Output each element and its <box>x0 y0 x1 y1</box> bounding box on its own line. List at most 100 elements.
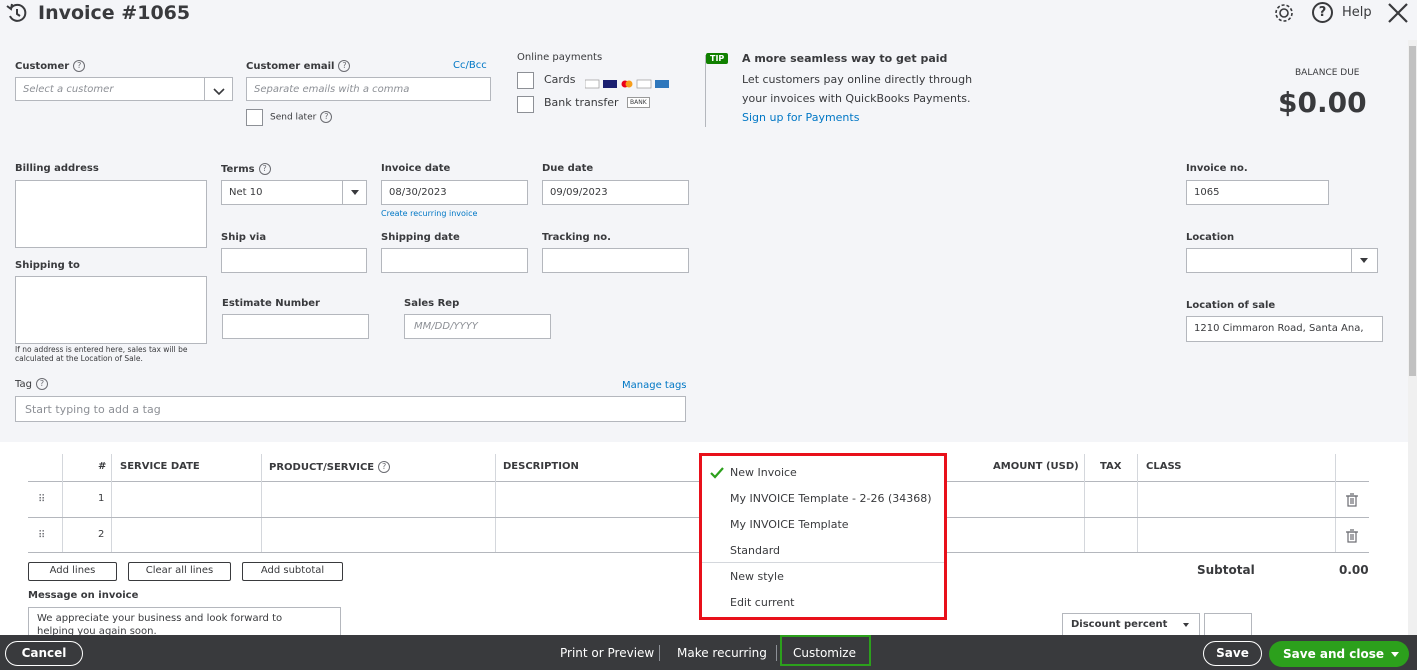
tip-line-1: Let customers pay online directly throug… <box>742 73 973 86</box>
send-later-checkbox[interactable] <box>246 109 263 126</box>
cc-bcc-link[interactable]: Cc/Bcc <box>453 60 487 71</box>
bank-transfer-checkbox[interactable] <box>517 96 534 113</box>
subtotal-value: 0.00 <box>1339 563 1369 577</box>
terms-divider <box>342 181 343 204</box>
send-later-label: Send later? <box>270 111 333 123</box>
print-preview-button[interactable]: Print or Preview <box>560 646 654 660</box>
location-chevron-icon[interactable] <box>1360 258 1368 263</box>
menu-divider <box>702 562 944 563</box>
customer-placeholder: Select a customer <box>23 84 114 95</box>
gear-icon[interactable] <box>1273 2 1295 28</box>
address-note-line-1: If no address is entered here, sales tax… <box>15 345 188 354</box>
save-and-close-button[interactable]: Save and close <box>1269 641 1409 667</box>
customer-dropdown-divider <box>204 78 205 100</box>
send-later-help-icon[interactable]: ? <box>320 111 333 123</box>
location-select[interactable] <box>1186 248 1378 273</box>
menu-item-new-style[interactable]: New style <box>730 570 784 583</box>
footer-divider <box>776 645 777 661</box>
manage-tags-link[interactable]: Manage tags <box>622 380 687 391</box>
product-help-icon[interactable]: ? <box>378 461 391 473</box>
clear-all-lines-button[interactable]: Clear all lines <box>128 562 231 581</box>
tip-title: A more seamless way to get paid <box>742 52 948 65</box>
customer-help-icon[interactable]: ? <box>73 60 86 72</box>
invoice-date-field[interactable]: 08/30/2023 <box>381 180 528 205</box>
tracking-no-label: Tracking no. <box>542 232 611 243</box>
customer-email-field[interactable]: Separate emails with a comma <box>246 77 491 101</box>
menu-item-my-template[interactable]: My INVOICE Template <box>730 518 849 531</box>
location-label: Location <box>1186 232 1235 243</box>
scrollbar[interactable] <box>1408 40 1417 635</box>
page-title: Invoice #1065 <box>38 2 191 24</box>
add-lines-button[interactable]: Add lines <box>28 562 117 581</box>
cancel-button[interactable]: Cancel <box>5 641 83 666</box>
trash-icon[interactable] <box>1346 492 1358 511</box>
menu-item-template-2-26[interactable]: My INVOICE Template - 2-26 (34368) <box>730 492 932 505</box>
help-label[interactable]: Help <box>1342 5 1372 20</box>
history-icon[interactable] <box>5 2 29 28</box>
check-icon <box>710 464 724 483</box>
tip-line-2: your invoices with QuickBooks Payments. <box>742 92 971 105</box>
create-recurring-link[interactable]: Create recurring invoice <box>381 209 477 218</box>
make-recurring-button[interactable]: Make recurring <box>677 646 767 660</box>
invoice-date-label: Invoice date <box>381 163 451 174</box>
sign-up-payments-link[interactable]: Sign up for Payments <box>742 111 859 124</box>
invoice-no-field[interactable]: 1065 <box>1186 180 1329 205</box>
tag-help-icon[interactable]: ? <box>35 378 48 390</box>
email-help-icon[interactable]: ? <box>338 60 351 72</box>
shipping-address-field[interactable] <box>15 276 207 344</box>
add-subtotal-button[interactable]: Add subtotal <box>242 562 343 581</box>
address-note-line-2: calculated at the Location of Sale. <box>15 354 143 363</box>
col-amount-header: AMOUNT (USD) <box>993 461 1079 472</box>
col-service-date-header: SERVICE DATE <box>120 461 200 472</box>
location-of-sale-field[interactable]: 1210 Cimmaron Road, Santa Ana, <box>1186 316 1383 342</box>
menu-item-new-invoice[interactable]: New Invoice <box>730 466 797 479</box>
customize-button[interactable]: Customize <box>780 635 871 666</box>
sales-rep-field[interactable]: MM/DD/YYYY <box>404 314 551 339</box>
terms-chevron-icon[interactable] <box>351 190 359 195</box>
save-and-close-label: Save and close <box>1283 647 1385 661</box>
discount-chevron-icon[interactable] <box>1183 623 1189 627</box>
terms-value: Net 10 <box>229 187 263 198</box>
help-icon[interactable]: ? <box>1312 2 1333 23</box>
card-logos-icon <box>584 74 680 93</box>
discount-select[interactable]: Discount percent <box>1062 613 1200 637</box>
customer-select[interactable]: Select a customer <box>15 77 233 101</box>
discount-value-field[interactable] <box>1204 613 1252 637</box>
billing-address-label: Billing address <box>15 163 99 174</box>
invoice-date-value: 08/30/2023 <box>389 187 447 198</box>
trash-icon[interactable] <box>1346 528 1358 547</box>
drag-handle-icon[interactable]: ⠿ <box>38 530 45 541</box>
menu-item-edit-current[interactable]: Edit current <box>730 596 794 609</box>
save-button[interactable]: Save <box>1203 641 1262 666</box>
billing-address-field[interactable] <box>15 180 207 248</box>
shipping-to-label: Shipping to <box>15 260 80 271</box>
terms-select[interactable]: Net 10 <box>221 180 367 205</box>
bank-badge: BANK <box>627 97 650 108</box>
balance-due-amount: $0.00 <box>1278 86 1367 119</box>
invoice-no-label: Invoice no. <box>1186 163 1248 174</box>
message-field[interactable]: We appreciate your business and look for… <box>28 607 341 637</box>
col-description-header: DESCRIPTION <box>503 461 579 472</box>
estimate-number-field[interactable] <box>222 314 369 339</box>
tag-input[interactable]: Start typing to add a tag <box>15 396 686 422</box>
save-options-chevron-icon[interactable] <box>1391 652 1399 657</box>
tag-placeholder: Start typing to add a tag <box>25 403 161 416</box>
chevron-down-icon[interactable] <box>212 83 226 102</box>
col-class-header: CLASS <box>1146 461 1182 472</box>
ship-via-label: Ship via <box>221 232 267 243</box>
drag-handle-icon[interactable]: ⠿ <box>38 494 45 505</box>
due-date-field[interactable]: 09/09/2023 <box>542 180 689 205</box>
close-icon[interactable] <box>1387 2 1409 28</box>
due-date-value: 09/09/2023 <box>550 187 608 198</box>
tracking-no-field[interactable] <box>542 248 689 273</box>
sales-rep-placeholder: MM/DD/YYYY <box>414 321 478 332</box>
scrollbar-thumb[interactable] <box>1409 46 1416 376</box>
customize-menu: New Invoice My INVOICE Template - 2-26 (… <box>699 453 947 620</box>
row-number: 2 <box>98 529 105 540</box>
customer-email-label: Customer email? <box>246 60 351 72</box>
shipping-date-field[interactable] <box>381 248 528 273</box>
terms-help-icon[interactable]: ? <box>258 163 271 175</box>
menu-item-standard[interactable]: Standard <box>730 544 780 557</box>
cards-checkbox[interactable] <box>517 72 534 89</box>
ship-via-field[interactable] <box>221 248 367 273</box>
